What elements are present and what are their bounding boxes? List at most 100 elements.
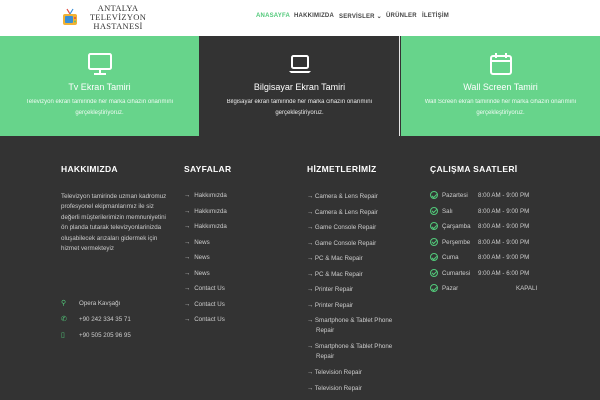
hours-day: Pazartesi <box>442 192 468 199</box>
arrow-right-icon: → <box>184 238 191 246</box>
arrow-right-icon: → <box>184 192 191 199</box>
arrow-right-icon: → <box>307 301 315 309</box>
hours-day: Cuma <box>442 254 459 261</box>
phone-text: +90 242 334 35 71 <box>79 316 131 323</box>
arrow-right-icon: → <box>184 269 191 277</box>
arrow-right-icon: → <box>307 255 315 262</box>
service-link[interactable]: → Printer Repair <box>307 301 417 317</box>
arrow-right-icon: → <box>307 208 315 216</box>
service-link-label: PC & Mac Repair <box>314 255 363 262</box>
about-text: Televizyon tamirinde uzman kadromuz prof… <box>61 193 167 253</box>
service-link-label: Game Console Repair <box>314 239 377 247</box>
footer-link[interactable]: → Contact Us <box>184 285 284 301</box>
check-circle-icon <box>430 191 438 199</box>
site-footer: HAKKIMIZDA Televizyon tamirinde uzman ka… <box>0 136 600 400</box>
nav-servisler[interactable]: SERVİSLER ⌄ <box>339 13 382 20</box>
calendar-icon <box>489 53 512 75</box>
arrow-right-icon: → <box>307 369 315 376</box>
service-link-label: Printer Repair <box>314 301 354 309</box>
mobile-icon: ▯ <box>61 332 65 339</box>
service-link-label: Television Repair <box>314 369 362 376</box>
feature-tv-repair[interactable]: Tv Ekran Tamiri Televizyon ekran tamirin… <box>0 36 199 136</box>
service-link[interactable]: → Smartphone & Tablet Phone Repair <box>307 342 411 368</box>
footer-about: HAKKIMIZDA Televizyon tamirinde uzman ka… <box>61 164 176 339</box>
footer-link-label: Contact Us <box>194 316 225 323</box>
service-link-label: PC & Mac Repair <box>314 270 363 278</box>
arrow-right-icon: → <box>307 384 315 392</box>
check-circle-icon <box>430 284 438 292</box>
footer-link-label: Contact Us <box>194 300 225 308</box>
site-header: ANTALYA TELEVİZYON HASTANESİ ANASAYFA HA… <box>0 0 600 36</box>
nav-servisler-label: SERVİSLER <box>339 14 375 20</box>
feature-title: Tv Ekran Tamiri <box>68 82 131 92</box>
service-link[interactable]: → Television Repair <box>307 368 417 384</box>
footer-hours: ÇALIŞMA SAATLERİ Pazartesi 8:00 AM - 9:00… <box>430 164 550 301</box>
hours-time: 8:00 AM - 9:00 PM <box>478 238 530 246</box>
hours-day: Pazar <box>442 285 459 292</box>
footer-link[interactable]: → Hakkımızda <box>184 192 284 208</box>
footer-link-label: News <box>194 269 210 277</box>
footer-pages: SAYFALAR → Hakkımızda → Hakkımızda → Hakkım… <box>184 164 284 332</box>
hours-day: Perşembe <box>442 238 471 246</box>
feature-text: Wall Screen ekran tamirinde her marka ci… <box>424 99 577 116</box>
nav-urunler[interactable]: ÜRÜNLER <box>386 13 417 19</box>
service-link[interactable]: → Game Console Repair <box>307 223 417 239</box>
arrow-right-icon: → <box>307 343 315 350</box>
hours-row: Pazar KAPALI <box>430 284 550 301</box>
footer-link[interactable]: → News <box>184 239 284 255</box>
footer-link-label: Contact Us <box>194 285 225 292</box>
hours-day: Salı <box>442 207 453 215</box>
service-link-label: Smartphone & Tablet Phone Repair <box>314 317 393 334</box>
hours-row: Cumartesi 9:00 AM - 6:00 PM <box>430 268 550 286</box>
service-link[interactable]: → Television Repair <box>307 384 417 400</box>
footer-link[interactable]: → Contact Us <box>184 301 284 317</box>
arrow-right-icon: → <box>307 286 315 293</box>
nav-hakkimizda[interactable]: HAKKIMIZDA <box>294 13 334 19</box>
service-link[interactable]: → Smartphone & Tablet Phone Repair <box>307 316 411 342</box>
nav-iletisim[interactable]: İLETİŞİM <box>422 13 449 19</box>
service-link[interactable]: → Game Console Repair <box>307 239 417 255</box>
arrow-right-icon: → <box>307 270 315 278</box>
service-link[interactable]: → Camera & Lens Repair <box>307 208 417 224</box>
feature-computer-repair[interactable]: Bilgisayar Ekran Tamiri Bilgisayar ekran… <box>200 36 400 136</box>
service-link[interactable]: → PC & Mac Repair <box>307 254 417 270</box>
footer-link[interactable]: → News <box>184 254 284 270</box>
feature-text: Bilgisayar ekran tamirinde her marka cih… <box>226 99 373 116</box>
service-link[interactable]: → Printer Repair <box>307 285 417 301</box>
hours-row: Salı 8:00 AM - 9:00 PM <box>430 206 550 224</box>
footer-heading: ÇALIŞMA SAATLERİ <box>430 164 518 174</box>
arrow-right-icon: → <box>184 300 191 308</box>
contact-phone[interactable]: ✆ +90 242 334 35 71 <box>61 315 131 323</box>
service-link[interactable]: → Camera & Lens Repair <box>307 192 417 208</box>
footer-link[interactable]: → News <box>184 270 284 286</box>
footer-link[interactable]: → Hakkımızda <box>184 223 284 239</box>
service-link-label: Game Console Repair <box>314 224 377 231</box>
contact-mobile[interactable]: ▯ +90 505 205 96 95 <box>61 331 131 339</box>
footer-link[interactable]: → Hakkımızda <box>184 208 284 224</box>
arrow-right-icon: → <box>307 224 315 231</box>
arrow-right-icon: → <box>184 316 191 323</box>
service-link-label: Television Repair <box>314 384 362 392</box>
footer-link[interactable]: → Contact Us <box>184 316 284 332</box>
nav-anasayfa[interactable]: ANASAYFA <box>256 13 290 19</box>
hours-row: Cuma 8:00 AM - 9:00 PM <box>430 253 550 270</box>
check-circle-icon <box>430 268 438 277</box>
feature-wall-screen-repair[interactable]: Wall Screen Tamiri Wall Screen ekran tam… <box>401 36 600 136</box>
feature-text: Televizyon ekran tamirinde her marka cih… <box>25 99 174 116</box>
footer-link-label: Hakkımızda <box>194 207 227 215</box>
hours-list: Pazartesi 8:00 AM - 9:00 PM Salı 8:00 AM -… <box>430 191 550 301</box>
footer-heading: HİZMETLERİMİZ <box>307 164 377 174</box>
hours-day: Çarşamba <box>442 223 471 230</box>
hours-time: 8:00 AM - 9:00 PM <box>478 192 530 199</box>
arrow-right-icon: → <box>184 207 191 215</box>
hours-time: 9:00 AM - 6:00 PM <box>478 269 530 277</box>
feature-title: Wall Screen Tamiri <box>463 82 538 92</box>
arrow-right-icon: → <box>307 193 315 200</box>
footer-link-label: News <box>194 238 210 246</box>
map-pin-icon: ⚲ <box>61 300 67 307</box>
contact-address: ⚲ Opera Kavşağı <box>61 299 120 307</box>
service-link-label: Smartphone & Tablet Phone Repair <box>314 343 393 360</box>
hours-row: Perşembe 8:00 AM - 9:00 PM <box>430 237 550 255</box>
footer-heading: SAYFALAR <box>184 164 232 174</box>
service-link[interactable]: → PC & Mac Repair <box>307 270 417 286</box>
